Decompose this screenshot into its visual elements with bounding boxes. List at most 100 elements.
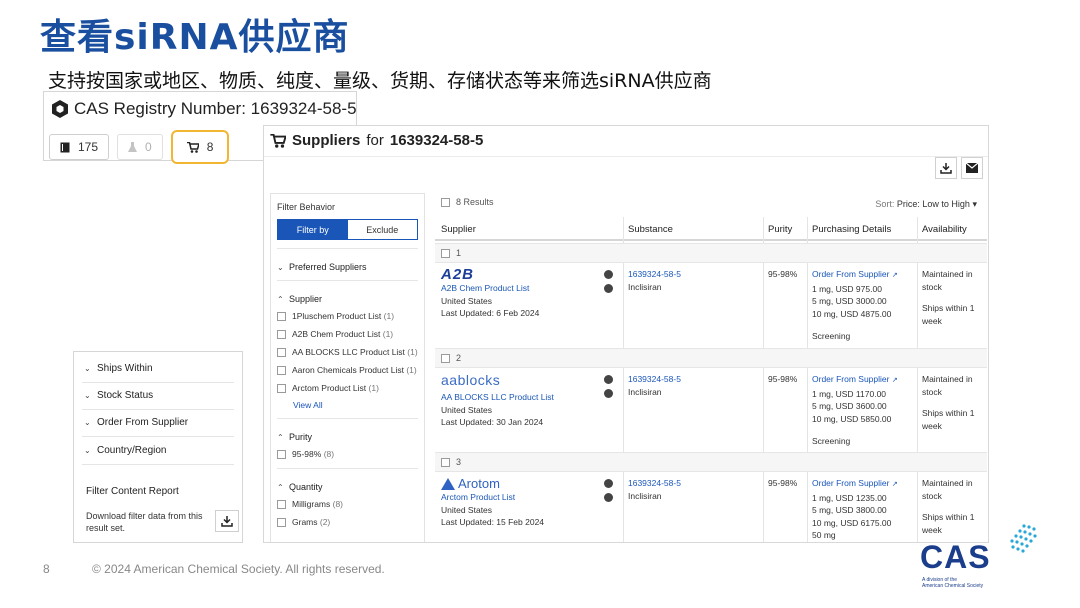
col-purity[interactable]: Purity [768,224,792,235]
filter-supplier-arctom[interactable]: Arctom Product List (1) [277,383,418,394]
substance-cell: 1639324-58-5 Inclisiran [628,477,681,501]
purity-section[interactable]: ⌃ Purity [277,432,418,442]
filter-order-from-supplier[interactable]: ⌄ Order From Supplier [84,417,188,428]
compass-icon[interactable] [604,375,613,384]
supplier-name-link[interactable]: AA BLOCKS LLC Product List [441,391,554,404]
filter-supplier-aaron[interactable]: Aaron Chemicals Product List (1) [277,365,418,376]
table-row: aablocks AA BLOCKS LLC Product List Unit… [435,369,987,453]
globe-icon[interactable] [604,389,613,398]
filter-ships-within[interactable]: ⌄ Ships Within [84,363,153,374]
order-from-supplier-link[interactable]: Order From Supplier [812,374,889,384]
suppliers-panel: Suppliers for 1639324-58-5 Filter Behavi… [263,125,989,543]
availability-cell: Maintained in stock Ships within 1 week [922,374,975,431]
checkbox[interactable] [441,249,450,258]
chevron-up-icon: ⌃ [277,294,284,304]
checkbox[interactable] [277,518,286,527]
slide-title: 查看siRNA供应商 [40,17,350,58]
availability-cell: Maintained in stock Ships within 1 week [922,269,975,326]
chevron-up-icon: ⌃ [277,482,284,492]
globe-icon[interactable] [604,284,613,293]
filter-report-download-button[interactable] [215,510,239,532]
filter-quantity-grams[interactable]: Grams (2) [277,517,418,528]
registry-tabs: 175 0 8 [49,130,230,164]
table-row: A2B A2B Chem Product List United States … [435,264,987,348]
checkbox[interactable] [277,312,286,321]
checkbox[interactable] [277,450,286,459]
tab-reactions[interactable]: 0 [117,134,163,160]
cas-number-link[interactable]: 1639324-58-5 [628,477,681,490]
download-button[interactable] [935,157,957,179]
cas-hexagon-icon [52,100,68,118]
filter-by-button[interactable]: Filter by [278,220,348,239]
result-group-header: 3 [435,452,987,472]
registry-title: CAS Registry Number: 1639324-58-5 [52,99,357,119]
supplier-cell: aablocks AA BLOCKS LLC Product List Unit… [441,372,554,427]
checkbox[interactable] [277,366,286,375]
filter-country-region[interactable]: ⌄ Country/Region [84,445,166,456]
col-purchasing[interactable]: Purchasing Details [812,224,891,235]
supplier-cell: A2B A2B Chem Product List United States … [441,266,540,318]
checkbox[interactable] [277,384,286,393]
filter-quantity-milligrams[interactable]: Milligrams (8) [277,499,418,510]
flask-icon [128,141,138,152]
quantity-section[interactable]: ⌃ Quantity [277,482,418,492]
checkbox[interactable] [277,330,286,339]
exclude-button[interactable]: Exclude [347,220,417,239]
globe-icon[interactable] [604,493,613,502]
col-substance[interactable]: Substance [628,224,673,235]
supplier-logo: A2B [441,266,475,283]
divider [82,464,234,465]
row-action-icons [604,479,613,507]
filter-report-title: Filter Content Report [86,486,179,497]
compass-icon[interactable] [604,270,613,279]
supplier-section[interactable]: ⌃ Supplier [277,294,418,304]
select-all-checkbox[interactable] [441,198,450,207]
external-link-icon: ↗ [891,481,898,488]
filter-behavior-toggle: Filter by Exclude [277,219,418,240]
checkbox[interactable] [441,354,450,363]
chevron-down-icon: ⌄ [277,262,284,272]
supplier-name-link[interactable]: A2B Chem Product List [441,282,539,295]
cas-brand-logo: CAS A division of the American Chemical … [920,523,1040,593]
email-button[interactable] [961,157,983,179]
chevron-down-icon: ⌄ [84,364,91,373]
col-availability[interactable]: Availability [922,224,967,235]
checkbox[interactable] [277,348,286,357]
chevron-up-icon: ⌃ [277,432,284,442]
view-all-link[interactable]: View All [293,400,418,410]
order-from-supplier-link[interactable]: Order From Supplier [812,478,889,488]
filter-stock-status[interactable]: ⌄ Stock Status [84,390,153,401]
divider [277,468,418,469]
email-icon [966,163,978,173]
chevron-down-icon: ⌄ [84,418,91,427]
preferred-suppliers-section[interactable]: ⌄ Preferred Suppliers [277,262,418,272]
divider [277,418,418,419]
order-from-supplier-link[interactable]: Order From Supplier [812,269,889,279]
slide-subtitle: 支持按国家或地区、物质、纯度、量级、货期、存储状态等来筛选siRNA供应商 [48,70,712,92]
filter-supplier-a2b[interactable]: A2B Chem Product List (1) [277,329,418,340]
additional-filters-card: ⌄ Ships Within ⌄ Stock Status ⌄ Order From … [73,351,243,543]
compass-icon[interactable] [604,479,613,488]
divider [277,280,418,281]
col-supplier[interactable]: Supplier [441,224,476,235]
tab-suppliers[interactable]: 8 [170,130,230,164]
divider [82,436,234,437]
chevron-down-icon: ⌄ [84,446,91,455]
cas-number-link[interactable]: 1639324-58-5 [628,373,681,386]
checkbox[interactable] [441,458,450,467]
supplier-logo: aablocks [441,372,501,388]
divider [82,409,234,410]
filter-purity-95-98[interactable]: 95-98% (8) [277,449,418,460]
filter-supplier-1pluschem[interactable]: 1Pluschem Product List (1) [277,311,418,322]
filter-report-description: Download filter data from this result se… [86,511,203,533]
results-summary: 8 Results [441,197,494,207]
page-number: 8 [43,562,50,576]
supplier-logo: Arotom [441,477,544,491]
filter-supplier-aablocks[interactable]: AA BLOCKS LLC Product List (1) [277,347,418,358]
cas-number-link[interactable]: 1639324-58-5 [628,268,681,281]
supplier-name-link[interactable]: Arctom Product List [441,491,544,504]
tab-references[interactable]: 175 [49,134,110,160]
checkbox[interactable] [277,500,286,509]
purity-cell: 95-98% [768,374,798,384]
sort-dropdown[interactable]: Sort: Price: Low to High ▾ [875,199,977,210]
